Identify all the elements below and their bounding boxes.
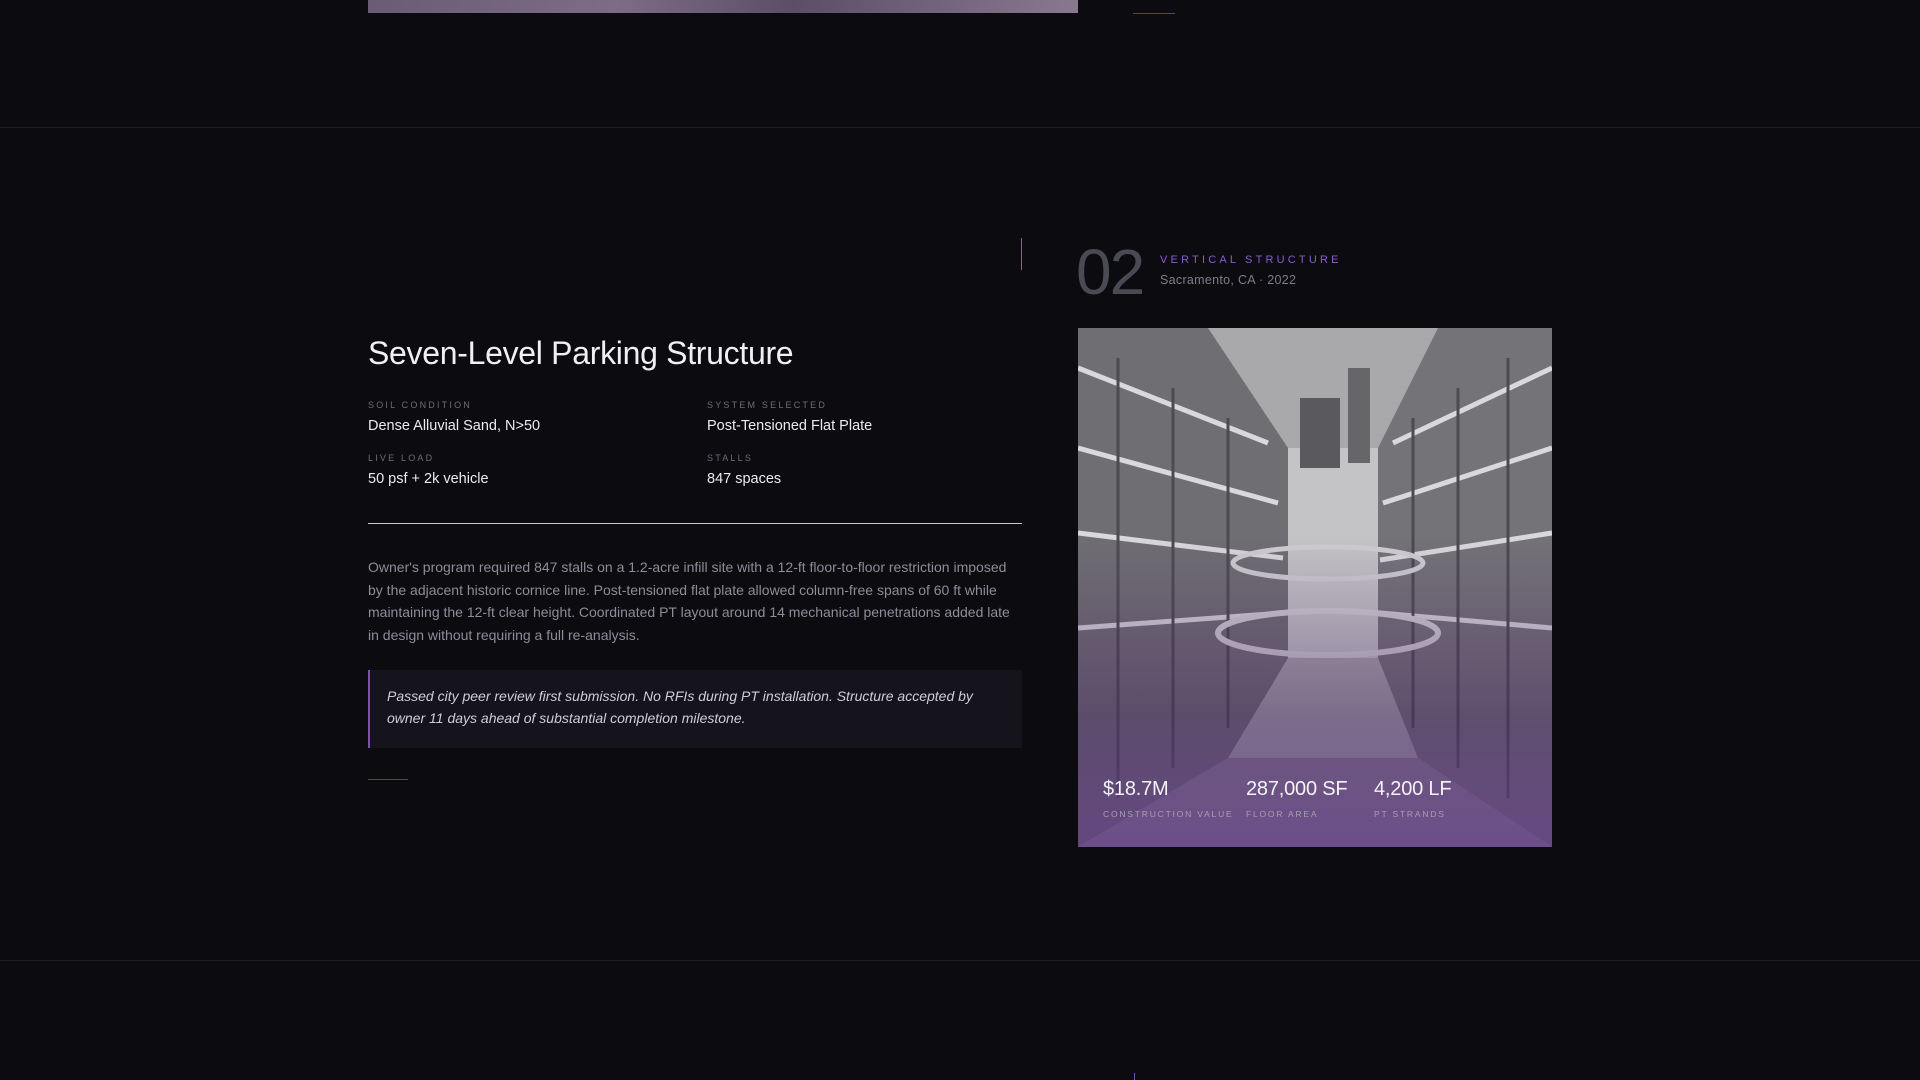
spec-label: Live Load: [368, 453, 435, 463]
stat-pt-strands: 4,200 LF PT Strands: [1374, 778, 1452, 819]
spec-value: Dense Alluvial Sand, N>50: [368, 418, 541, 434]
stat-floor-area: 287,000 SF Floor Area: [1246, 778, 1348, 819]
project-description: Owner's program required 847 stalls on a…: [368, 559, 1010, 644]
section-divider: [0, 127, 1920, 128]
spec-value: 50 psf + 2k vehicle: [368, 471, 489, 487]
spec-label: Soil Condition: [368, 400, 472, 410]
spec-system-selected: System Selected Post-Tensioned Flat Plat…: [707, 400, 1027, 434]
project-index: 02: [1076, 236, 1145, 308]
accent-line: [368, 779, 408, 780]
section-divider: [0, 960, 1920, 961]
outcome-callout: Passed city peer review first submission…: [368, 670, 1022, 748]
project-location: Sacramento, CA · 2022: [1160, 273, 1297, 287]
spec-value: Post-Tensioned Flat Plate: [707, 418, 873, 434]
spec-soil-condition: Soil Condition Dense Alluvial Sand, N>50: [368, 400, 688, 434]
project-title: Seven-Level Parking Structure: [368, 335, 794, 371]
stat-label: Construction Value: [1103, 809, 1234, 819]
stat-label: Floor Area: [1246, 809, 1319, 819]
project-photo: $18.7M Construction Value 287,000 SF Flo…: [1078, 328, 1552, 847]
accent-line: [1133, 13, 1175, 14]
stat-value: 4,200 LF: [1374, 778, 1452, 800]
stat-value: 287,000 SF: [1246, 778, 1348, 800]
stat-construction-value: $18.7M Construction Value: [1103, 778, 1233, 819]
project-category: Vertical Structure: [1160, 254, 1342, 266]
spec-value: 847 spaces: [707, 471, 782, 487]
outcome-text: Passed city peer review first submission…: [387, 688, 973, 727]
spec-live-load: Live Load 50 psf + 2k vehicle: [368, 453, 688, 487]
spec-label: System Selected: [707, 400, 828, 410]
spec-label: Stalls: [707, 453, 754, 463]
accent-bar: [1021, 238, 1022, 270]
stat-label: PT Strands: [1374, 809, 1446, 819]
stat-value: $18.7M: [1103, 778, 1169, 800]
photo-gradient-overlay: [1078, 328, 1552, 847]
spec-stalls: Stalls 847 spaces: [707, 453, 1027, 487]
spec-divider: [368, 523, 1022, 524]
previous-project-image: [368, 0, 1078, 13]
accent-bar: [1134, 1073, 1135, 1080]
